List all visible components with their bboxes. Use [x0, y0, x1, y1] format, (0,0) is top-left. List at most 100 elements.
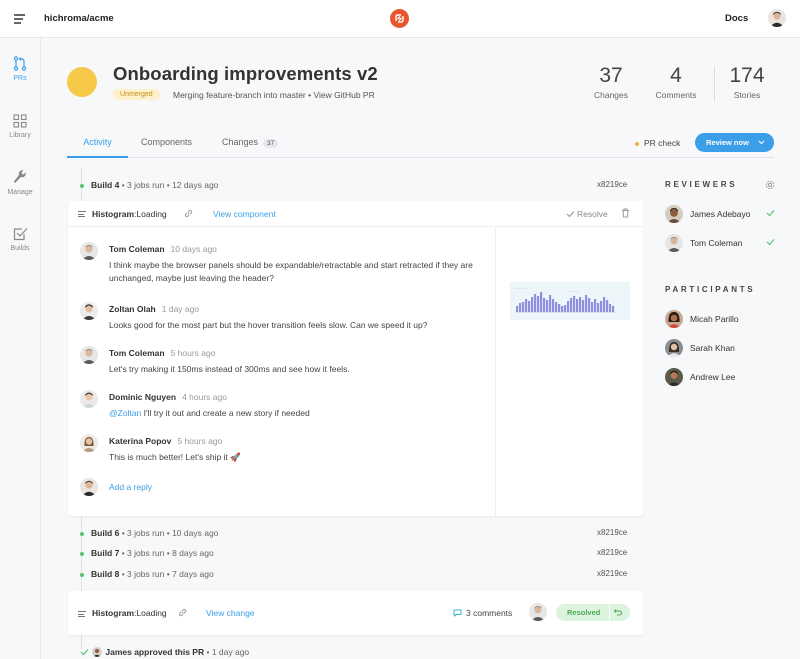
grid-icon [13, 114, 27, 128]
check-icon [766, 238, 775, 248]
divider [609, 604, 610, 621]
repo-name[interactable]: hichroma/acme [44, 13, 114, 24]
card-header: Histogram:Loading View component Resolve [68, 201, 643, 227]
comments-pane: Tom Coleman 10 days ago I think maybe the… [68, 228, 496, 516]
resolved-comment-card: Histogram:Loading View change 3 comments… [68, 591, 643, 635]
stat-comments[interactable]: 4 Comments [650, 64, 702, 100]
component-state: :Loading [134, 209, 167, 219]
participant-name: Andrew Lee [690, 372, 736, 382]
undo-icon[interactable] [613, 607, 623, 619]
check-icon [766, 209, 775, 219]
participant-name: Micah Parillo [690, 314, 739, 324]
tab-activity[interactable]: Activity [67, 137, 128, 158]
build-row[interactable]: Build 8 • 3 jobs run • 7 days ago [80, 569, 214, 579]
avatar[interactable] [80, 242, 98, 260]
avatar[interactable] [80, 346, 98, 364]
tab-components[interactable]: Components [141, 137, 192, 158]
build-name: Build 6 [91, 528, 120, 538]
comment-body: Looks good for the most part but the hov… [109, 320, 428, 330]
review-button-label: Review now [706, 138, 749, 147]
view-change-link[interactable]: View change [206, 608, 255, 618]
svg-text:— — —: — — — [570, 290, 579, 293]
add-reply-link[interactable]: Add a reply [109, 482, 152, 492]
component-name: Histogram:Loading [92, 209, 167, 219]
status-badge: Unmerged [113, 89, 160, 100]
view-component-link[interactable]: View component [213, 209, 276, 219]
build-hash[interactable]: x8219ce [597, 528, 627, 537]
participant-item[interactable]: Andrew Lee [665, 368, 775, 386]
user-mention[interactable]: @Zoltan [109, 408, 141, 418]
pr-subtitle[interactable]: Merging feature-branch into master • Vie… [173, 90, 375, 100]
reviewer-item[interactable]: James Adebayo [665, 205, 775, 223]
comment-time: 5 hours ago [170, 348, 216, 358]
avatar[interactable] [92, 647, 102, 657]
tab-changes[interactable]: Changes 37 [222, 137, 279, 158]
docs-link[interactable]: Docs [725, 13, 748, 24]
avatar [665, 368, 683, 386]
participant-item[interactable]: Sarah Khan [665, 339, 775, 357]
comments-count-label: 3 comments [466, 608, 513, 618]
stat-stories[interactable]: 174 Stories [724, 64, 770, 100]
pr-check-dot [635, 141, 639, 146]
author-name[interactable]: Zoltan Olah [109, 304, 156, 314]
link-icon[interactable] [178, 608, 187, 619]
participant-item[interactable]: Micah Parillo [665, 310, 775, 328]
review-now-button[interactable]: Review now [695, 133, 774, 152]
avatar[interactable] [80, 434, 98, 452]
author-name[interactable]: Dominic Nguyen [109, 392, 176, 402]
approval-text: James approved this PR [105, 647, 205, 657]
comment-body: I think maybe the browser panels should … [109, 260, 473, 283]
sidebar-item-label: Manage [7, 189, 33, 196]
comments-count[interactable]: 3 comments [453, 608, 512, 618]
chromatic-logo-icon[interactable] [390, 9, 409, 28]
resolve-button[interactable]: Resolve [566, 209, 608, 219]
comment-body: Let's try making it 150ms instead of 300… [109, 364, 350, 374]
tab-label: Activity [83, 137, 112, 147]
avatar[interactable] [529, 603, 547, 621]
pr-check-status[interactable]: PR check [635, 138, 680, 148]
component-preview-thumbnail[interactable]: — — — — — — — [510, 282, 630, 320]
avatar[interactable] [80, 390, 98, 408]
build-row[interactable]: Build 4 • 3 jobs run • 12 days ago [80, 180, 218, 190]
stat-divider [714, 66, 715, 102]
author-name[interactable]: Katerina Popov [109, 436, 171, 446]
build-row[interactable]: Build 6 • 3 jobs run • 10 days ago [80, 528, 218, 538]
build-hash[interactable]: x8219ce [597, 180, 627, 189]
sidebar-item-prs[interactable]: PRs [0, 56, 40, 82]
build-status-dot [80, 532, 84, 536]
avatar[interactable] [80, 302, 98, 320]
sidebar-item-manage[interactable]: Manage [0, 170, 40, 196]
author-name[interactable]: Tom Coleman [109, 244, 165, 254]
stat-changes[interactable]: 37 Changes [588, 64, 634, 100]
comment-body: This is much better! Let's ship it 🚀 [109, 452, 241, 462]
reviewer-item[interactable]: Tom Coleman [665, 234, 775, 252]
sidebar-item-label: PRs [13, 75, 27, 82]
participant-name: Sarah Khan [690, 343, 735, 353]
pr-check-label: PR check [644, 138, 681, 148]
build-name: Build 7 [91, 548, 120, 558]
resolved-button[interactable]: Resolved [556, 604, 630, 621]
trash-icon[interactable] [621, 208, 630, 220]
comment-time: 1 day ago [161, 304, 200, 314]
gear-icon[interactable] [765, 180, 775, 192]
user-avatar[interactable] [768, 9, 786, 27]
component-lines-icon [78, 611, 86, 619]
wrench-icon [13, 170, 26, 183]
stat-label: Comments [655, 90, 697, 100]
menu-icon[interactable] [14, 14, 25, 24]
build-hash[interactable]: x8219ce [597, 548, 627, 557]
resolve-label: Resolve [577, 209, 608, 219]
build-meta: • 3 jobs run • 8 days ago [121, 548, 214, 558]
tab-count-badge: 37 [263, 139, 279, 148]
author-name[interactable]: Tom Coleman [109, 348, 165, 358]
resolved-label: Resolved [567, 608, 601, 617]
sidebar-item-library[interactable]: Library [0, 114, 40, 139]
build-row[interactable]: Build 7 • 3 jobs run • 8 days ago [80, 548, 214, 558]
link-icon[interactable] [184, 209, 193, 220]
avatar [80, 478, 98, 496]
stat-value: 174 [729, 64, 765, 87]
sidebar-item-builds[interactable]: Builds [0, 227, 40, 252]
build-hash[interactable]: x8219ce [597, 569, 627, 578]
component-state: :Loading [134, 608, 167, 618]
stat-label: Stories [733, 90, 761, 100]
